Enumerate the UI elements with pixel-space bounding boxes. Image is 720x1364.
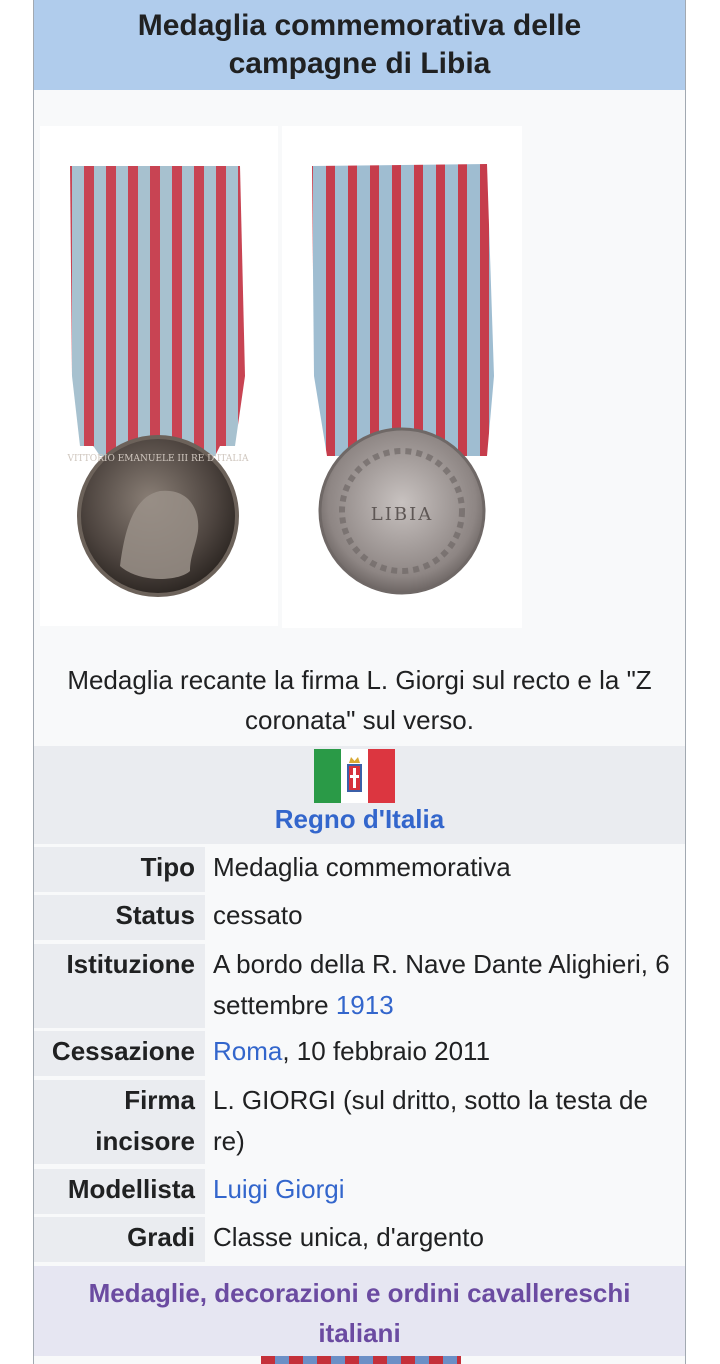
medal-obverse-image[interactable]: VITTORIO EMANUELE III RE D'ITALIA [40,126,278,626]
row-value-text: , 10 febbraio 2011 [282,1036,491,1066]
year-1913-link[interactable]: 1913 [336,990,394,1020]
row-value: cessato [213,900,303,930]
row-value: Luigi Giorgi [213,1169,675,1210]
row-istituzione: Istituzione A bordo della R. Nave Dante … [34,944,685,1028]
row-value: A bordo della R. Nave Dante Alighieri, 6… [213,944,675,1026]
row-value: Medaglia commemorativa [213,852,511,882]
row-modellista: Modellista Luigi Giorgi [34,1169,685,1214]
row-tipo: Tipo Medaglia commemorativa [34,847,685,892]
infobox-title: Medaglia commemorativa delle campagne di… [34,0,685,90]
obverse-legend-text: VITTORIO EMANUELE III RE D'ITALIA [67,454,249,464]
row-value: Classe unica, d'argento [213,1222,484,1252]
row-cessazione: Cessazione Roma, 10 febbraio 2011 [34,1031,685,1076]
state-link[interactable]: Regno d'Italia [34,804,685,835]
image-caption: Medaglia recante la firma L. Giorgi sul … [67,665,652,735]
row-label: Cessazione [34,1031,205,1076]
medal-images: VITTORIO EMANUELE III RE D'ITALIA LIBIA [34,90,685,655]
medal-reverse-image[interactable]: LIBIA [282,126,522,628]
infobox: Medaglia commemorativa delle campagne di… [33,0,686,1364]
ribbon-image-partial [261,1356,461,1364]
row-label: Modellista [34,1169,205,1214]
footer-navbox-link[interactable]: Medaglie, decorazioni e ordini cavallere… [34,1266,685,1356]
row-firma-incisore: Firma incisore L. GIORGI (sul dritto, so… [34,1080,685,1164]
row-label: Istituzione [34,944,205,1028]
luigi-giorgi-link[interactable]: Luigi Giorgi [213,1174,345,1204]
row-gradi: Gradi Classe unica, d'argento [34,1217,685,1262]
roma-link[interactable]: Roma [213,1036,282,1066]
row-label: Status [34,895,205,940]
row-label: Firma incisore [34,1080,205,1164]
row-label: Gradi [34,1217,205,1262]
row-label: Tipo [34,847,205,892]
row-status: Status cessato [34,895,685,940]
row-value: Roma, 10 febbraio 2011 [213,1031,675,1072]
row-value-text: A bordo della R. Nave Dante Alighieri, 6… [213,949,670,1020]
italy-flag-icon[interactable] [314,749,395,803]
row-value: L. GIORGI (sul dritto, sotto la testa de… [213,1085,648,1156]
reverse-legend-text: LIBIA [371,504,433,525]
